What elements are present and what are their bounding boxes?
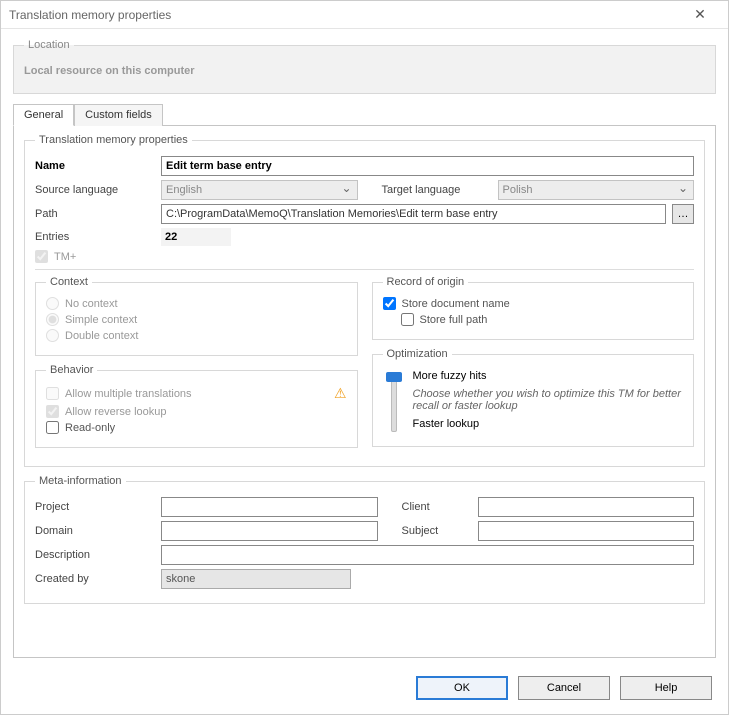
store-path-checkbox[interactable] — [401, 313, 414, 326]
source-lang-select: English — [161, 180, 358, 200]
tm-properties-legend: Translation memory properties — [35, 134, 192, 146]
location-legend: Location — [24, 39, 74, 51]
optimization-group: Optimization More fuzzy hits Choose whet… — [372, 348, 695, 447]
context-double-radio — [46, 329, 59, 342]
tmplus-checkbox — [35, 250, 48, 263]
behavior-group: Behavior Allow multiple translations ⚠ A… — [35, 364, 358, 448]
tab-bar: General Custom fields — [13, 104, 716, 126]
target-lang-label: Target language — [382, 184, 492, 196]
dialog-window: Translation memory properties ✕ Location… — [0, 0, 729, 715]
source-lang-label: Source language — [35, 184, 155, 196]
browse-button[interactable]: … — [672, 204, 694, 224]
created-by-input — [161, 569, 351, 589]
slider-labels: More fuzzy hits Choose whether you wish … — [413, 370, 682, 432]
allow-multi-checkbox — [46, 387, 59, 400]
warning-icon: ⚠ — [334, 385, 347, 402]
domain-input[interactable] — [161, 521, 378, 541]
context-group: Context No context Simple context — [35, 276, 358, 356]
store-doc-checkbox[interactable] — [383, 297, 396, 310]
context-double-label: Double context — [65, 330, 138, 342]
content-area: Location Local resource on this computer… — [1, 29, 728, 666]
tab-custom-fields[interactable]: Custom fields — [74, 104, 163, 126]
optimization-slider[interactable] — [385, 370, 403, 432]
slider-thumb-icon — [386, 372, 402, 382]
subject-label: Subject — [402, 525, 472, 537]
help-button[interactable]: Help — [620, 676, 712, 700]
path-label: Path — [35, 208, 155, 220]
description-label: Description — [35, 549, 155, 561]
allow-multi-label: Allow multiple translations — [65, 388, 192, 400]
allow-reverse-checkbox — [46, 405, 59, 418]
readonly-checkbox[interactable] — [46, 421, 59, 434]
titlebar: Translation memory properties ✕ — [1, 1, 728, 29]
cancel-button[interactable]: Cancel — [518, 676, 610, 700]
target-lang-select: Polish — [498, 180, 695, 200]
close-icon[interactable]: ✕ — [680, 6, 720, 23]
created-by-label: Created by — [35, 573, 155, 585]
path-input — [161, 204, 666, 224]
subject-input[interactable] — [478, 521, 695, 541]
slider-hint: Choose whether you wish to optimize this… — [413, 388, 682, 412]
tab-general[interactable]: General — [13, 104, 74, 126]
optimization-legend: Optimization — [383, 348, 452, 360]
allow-reverse-label: Allow reverse lookup — [65, 406, 167, 418]
store-doc-label: Store document name — [402, 298, 510, 310]
slider-bottom-label: Faster lookup — [413, 418, 682, 430]
entries-label: Entries — [35, 231, 155, 243]
behavior-legend: Behavior — [46, 364, 97, 376]
tm-properties-group: Translation memory properties Name Sourc… — [24, 134, 705, 467]
store-path-label: Store full path — [420, 314, 488, 326]
client-label: Client — [402, 501, 472, 513]
context-legend: Context — [46, 276, 92, 288]
meta-group: Meta-information Project Client Domain S… — [24, 475, 705, 604]
tab-panel-general: Translation memory properties Name Sourc… — [13, 125, 716, 658]
domain-label: Domain — [35, 525, 155, 537]
location-text: Local resource on this computer — [24, 65, 705, 77]
context-simple-label: Simple context — [65, 314, 137, 326]
record-legend: Record of origin — [383, 276, 469, 288]
client-input[interactable] — [478, 497, 695, 517]
project-input[interactable] — [161, 497, 378, 517]
name-label: Name — [35, 160, 155, 172]
description-input[interactable] — [161, 545, 694, 565]
window-title: Translation memory properties — [9, 8, 680, 22]
context-none-label: No context — [65, 298, 118, 310]
project-label: Project — [35, 501, 155, 513]
meta-legend: Meta-information — [35, 475, 126, 487]
record-group: Record of origin Store document name Sto… — [372, 276, 695, 340]
location-group: Location Local resource on this computer — [13, 39, 716, 94]
name-input[interactable] — [161, 156, 694, 176]
ok-button[interactable]: OK — [416, 676, 508, 700]
readonly-label: Read-only — [65, 422, 115, 434]
tmplus-label: TM+ — [54, 251, 76, 263]
slider-top-label: More fuzzy hits — [413, 370, 682, 382]
button-bar: OK Cancel Help — [1, 666, 728, 714]
context-none-radio — [46, 297, 59, 310]
context-simple-radio — [46, 313, 59, 326]
divider — [35, 269, 694, 270]
entries-value — [161, 228, 231, 246]
